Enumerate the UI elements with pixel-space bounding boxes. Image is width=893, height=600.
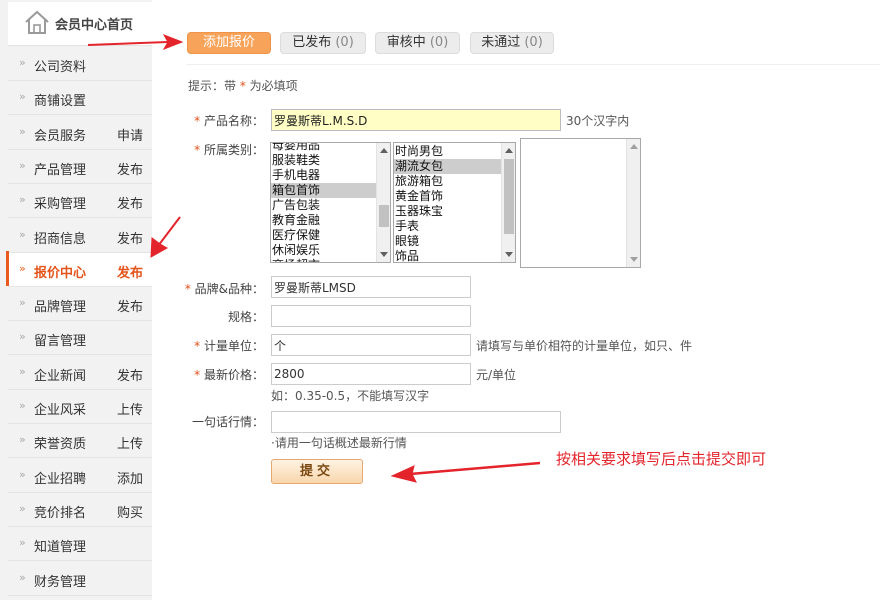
arrow-to-tab bbox=[87, 34, 184, 50]
arrow-to-submit bbox=[390, 461, 541, 483]
annotation-arrows bbox=[87, 34, 541, 483]
arrow-to-sidebar bbox=[150, 216, 181, 258]
